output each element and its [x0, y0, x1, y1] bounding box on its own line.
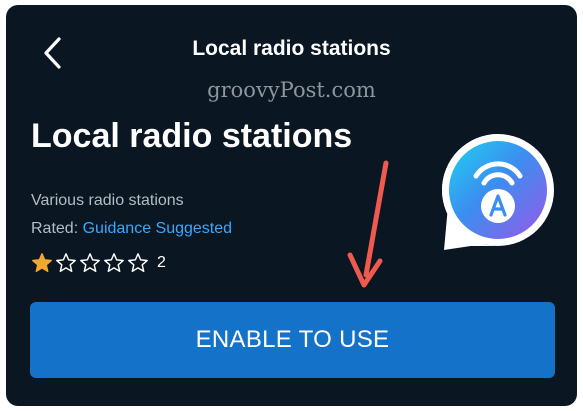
star-empty-icon	[128, 253, 148, 272]
stars-group	[31, 252, 149, 274]
content-rating: Rated: Guidance Suggested	[31, 220, 232, 238]
star-empty-icon	[56, 253, 76, 272]
star-empty-icon	[104, 253, 124, 272]
page-title: Local radio stations	[192, 37, 391, 60]
red-arrow-icon	[347, 160, 389, 288]
alexa-skill-icon	[438, 132, 558, 262]
app-screen: Local radio stations groovyPost.com Loca…	[6, 5, 577, 406]
enable-to-use-button[interactable]: ENABLE TO USE	[30, 302, 555, 378]
rated-link[interactable]: Guidance Suggested	[83, 220, 232, 237]
star-filled-icon	[32, 253, 52, 272]
star-empty-icon	[80, 253, 100, 272]
rated-label: Rated:	[31, 220, 83, 237]
skill-description: Various radio stations	[31, 192, 184, 209]
star-rating[interactable]: 2	[31, 252, 166, 274]
skill-title: Local radio stations	[31, 117, 353, 155]
watermark: groovyPost.com	[207, 78, 376, 102]
rating-count: 2	[157, 254, 166, 271]
